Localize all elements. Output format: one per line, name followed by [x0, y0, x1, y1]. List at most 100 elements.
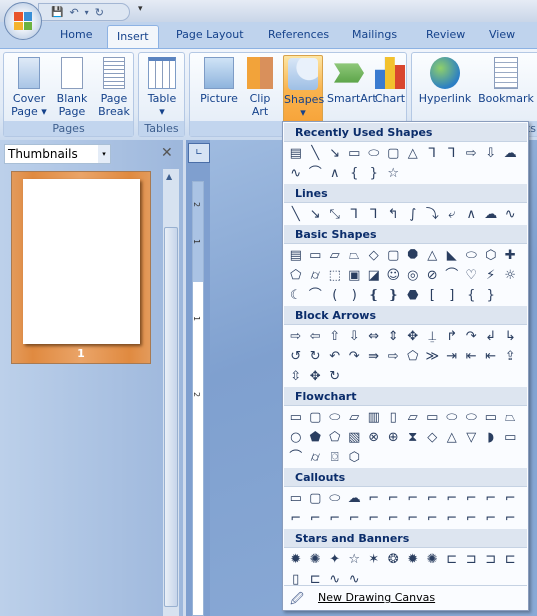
shape-icon[interactable]: ▱	[403, 408, 423, 428]
shape-icon[interactable]: ⌐	[462, 509, 482, 529]
shape-icon[interactable]: ]	[442, 286, 462, 306]
shape-icon[interactable]: ⌐	[403, 509, 423, 529]
shape-icon[interactable]: ⌐	[481, 509, 501, 529]
shape-icon[interactable]: ⬭	[364, 144, 384, 164]
shape-icon[interactable]: ⊏	[442, 550, 462, 570]
shape-icon[interactable]: ⇧	[325, 327, 345, 347]
shape-icon[interactable]: ⌐	[423, 489, 443, 509]
shape-icon[interactable]: ▥	[364, 408, 384, 428]
shape-icon[interactable]: ⏢	[501, 408, 521, 428]
shape-icon[interactable]: ⤡	[325, 205, 345, 225]
shape-icon[interactable]: ◗	[481, 428, 501, 448]
shape-icon[interactable]: ▭	[481, 408, 501, 428]
shape-icon[interactable]: ▢	[306, 408, 326, 428]
shape-icon[interactable]: ⧗	[403, 428, 423, 448]
shape-icon[interactable]: ❴	[364, 286, 384, 306]
shape-icon[interactable]: ▢	[306, 489, 326, 509]
shape-icon[interactable]: ▭	[306, 246, 326, 266]
tab-references[interactable]: References	[268, 28, 329, 41]
cover-page-button[interactable]: Cover Page ▾	[9, 57, 49, 118]
office-button[interactable]	[4, 2, 42, 40]
shape-icon[interactable]: ▭	[286, 408, 306, 428]
shape-icon[interactable]: ⌒	[286, 448, 306, 468]
shape-icon[interactable]: ❂	[384, 550, 404, 570]
shape-icon[interactable]: ▤	[286, 144, 306, 164]
shape-icon[interactable]: ⊘	[423, 266, 443, 286]
shape-icon[interactable]: ⌐	[325, 509, 345, 529]
shape-icon[interactable]: ↶	[325, 347, 345, 367]
shape-icon[interactable]: ◇	[364, 246, 384, 266]
shape-icon[interactable]: ☁	[345, 489, 365, 509]
shape-icon[interactable]: ⇦	[306, 327, 326, 347]
shape-icon[interactable]: ⇤	[481, 347, 501, 367]
shape-icon[interactable]: ✶	[364, 550, 384, 570]
shape-icon[interactable]: ∿	[501, 205, 521, 225]
undo-dropdown-icon[interactable]: ▾	[85, 8, 89, 17]
table-button[interactable]: Table ▾	[143, 57, 181, 118]
shapes-button[interactable]: Shapes ▾	[283, 55, 324, 123]
shape-icon[interactable]: △	[423, 246, 443, 266]
shape-icon[interactable]: ⇔	[364, 327, 384, 347]
shape-icon[interactable]: ⇨	[384, 347, 404, 367]
shape-icon[interactable]: ↷	[345, 347, 365, 367]
shape-icon[interactable]: ✺	[306, 550, 326, 570]
tab-selector-button[interactable]: ∟	[188, 143, 210, 163]
shape-icon[interactable]: ⬠	[325, 428, 345, 448]
shape-icon[interactable]: ⬭	[325, 408, 345, 428]
shape-icon[interactable]: ⤵	[423, 205, 443, 225]
shape-icon[interactable]: ✦	[325, 550, 345, 570]
tab-page-layout[interactable]: Page Layout	[176, 28, 244, 41]
thumbnail-scrollbar[interactable]: ▲	[163, 169, 179, 616]
shape-icon[interactable]: ▯	[384, 408, 404, 428]
shape-icon[interactable]: ▭	[286, 489, 306, 509]
customize-toolbar-icon[interactable]: ▾	[138, 4, 143, 14]
shape-icon[interactable]: ❵	[384, 286, 404, 306]
tab-mailings[interactable]: Mailings	[352, 28, 397, 41]
shape-icon[interactable]: ╲	[306, 144, 326, 164]
shape-icon[interactable]: ○	[286, 428, 306, 448]
shape-icon[interactable]: ⌐	[345, 509, 365, 529]
shape-icon[interactable]: ⇨	[462, 144, 482, 164]
shape-icon[interactable]: ∧	[462, 205, 482, 225]
new-drawing-canvas-item[interactable]: 🖉 New Drawing Canvas	[284, 585, 527, 609]
shape-icon[interactable]: ↱	[442, 327, 462, 347]
shape-icon[interactable]: ⌐	[442, 509, 462, 529]
shape-icon[interactable]: ⬠	[286, 266, 306, 286]
shape-icon[interactable]: ☁	[501, 144, 521, 164]
hyperlink-button[interactable]: Hyperlink	[416, 57, 474, 105]
shape-icon[interactable]: ↰	[384, 205, 404, 225]
shape-icon[interactable]: ⅂	[345, 205, 365, 225]
view-dropdown[interactable]: Thumbnails ▾	[4, 144, 111, 164]
shape-icon[interactable]: △	[403, 144, 423, 164]
scrollbar-thumb[interactable]	[164, 227, 178, 607]
shape-icon[interactable]: ☼	[501, 266, 521, 286]
shape-icon[interactable]: ▢	[384, 144, 404, 164]
shape-icon[interactable]: ∫	[403, 205, 423, 225]
shape-icon[interactable]: △	[442, 428, 462, 448]
shape-icon[interactable]: ▱	[325, 246, 345, 266]
shape-icon[interactable]: ☺	[384, 266, 404, 286]
shape-icon[interactable]: ⌐	[501, 489, 521, 509]
shape-icon[interactable]: ↺	[286, 347, 306, 367]
bookmark-button[interactable]: Bookmark	[476, 57, 536, 105]
shape-icon[interactable]: ⊗	[364, 428, 384, 448]
shape-icon[interactable]: ⬭	[462, 246, 482, 266]
shape-icon[interactable]: ◪	[364, 266, 384, 286]
shape-icon[interactable]: ⌐	[364, 509, 384, 529]
chart-button[interactable]: Chart	[374, 57, 406, 105]
shape-icon[interactable]: ⌒	[306, 286, 326, 306]
shape-icon[interactable]: ⍊	[423, 327, 443, 347]
shape-icon[interactable]: ✚	[501, 246, 521, 266]
shape-icon[interactable]: ⯃	[403, 246, 423, 266]
shape-icon[interactable]: ↻	[306, 347, 326, 367]
shape-icon[interactable]: ⚡	[481, 266, 501, 286]
smartart-button[interactable]: SmartArt	[327, 57, 377, 105]
shape-icon[interactable]: ⇩	[481, 144, 501, 164]
shape-icon[interactable]: ⬠	[403, 347, 423, 367]
picture-button[interactable]: Picture	[198, 57, 240, 105]
shape-icon[interactable]: ✥	[403, 327, 423, 347]
shape-icon[interactable]: ∿	[286, 164, 306, 184]
shape-icon[interactable]: ⬭	[462, 408, 482, 428]
shape-icon[interactable]: ⌭	[306, 266, 326, 286]
shape-icon[interactable]: ⇩	[345, 327, 365, 347]
